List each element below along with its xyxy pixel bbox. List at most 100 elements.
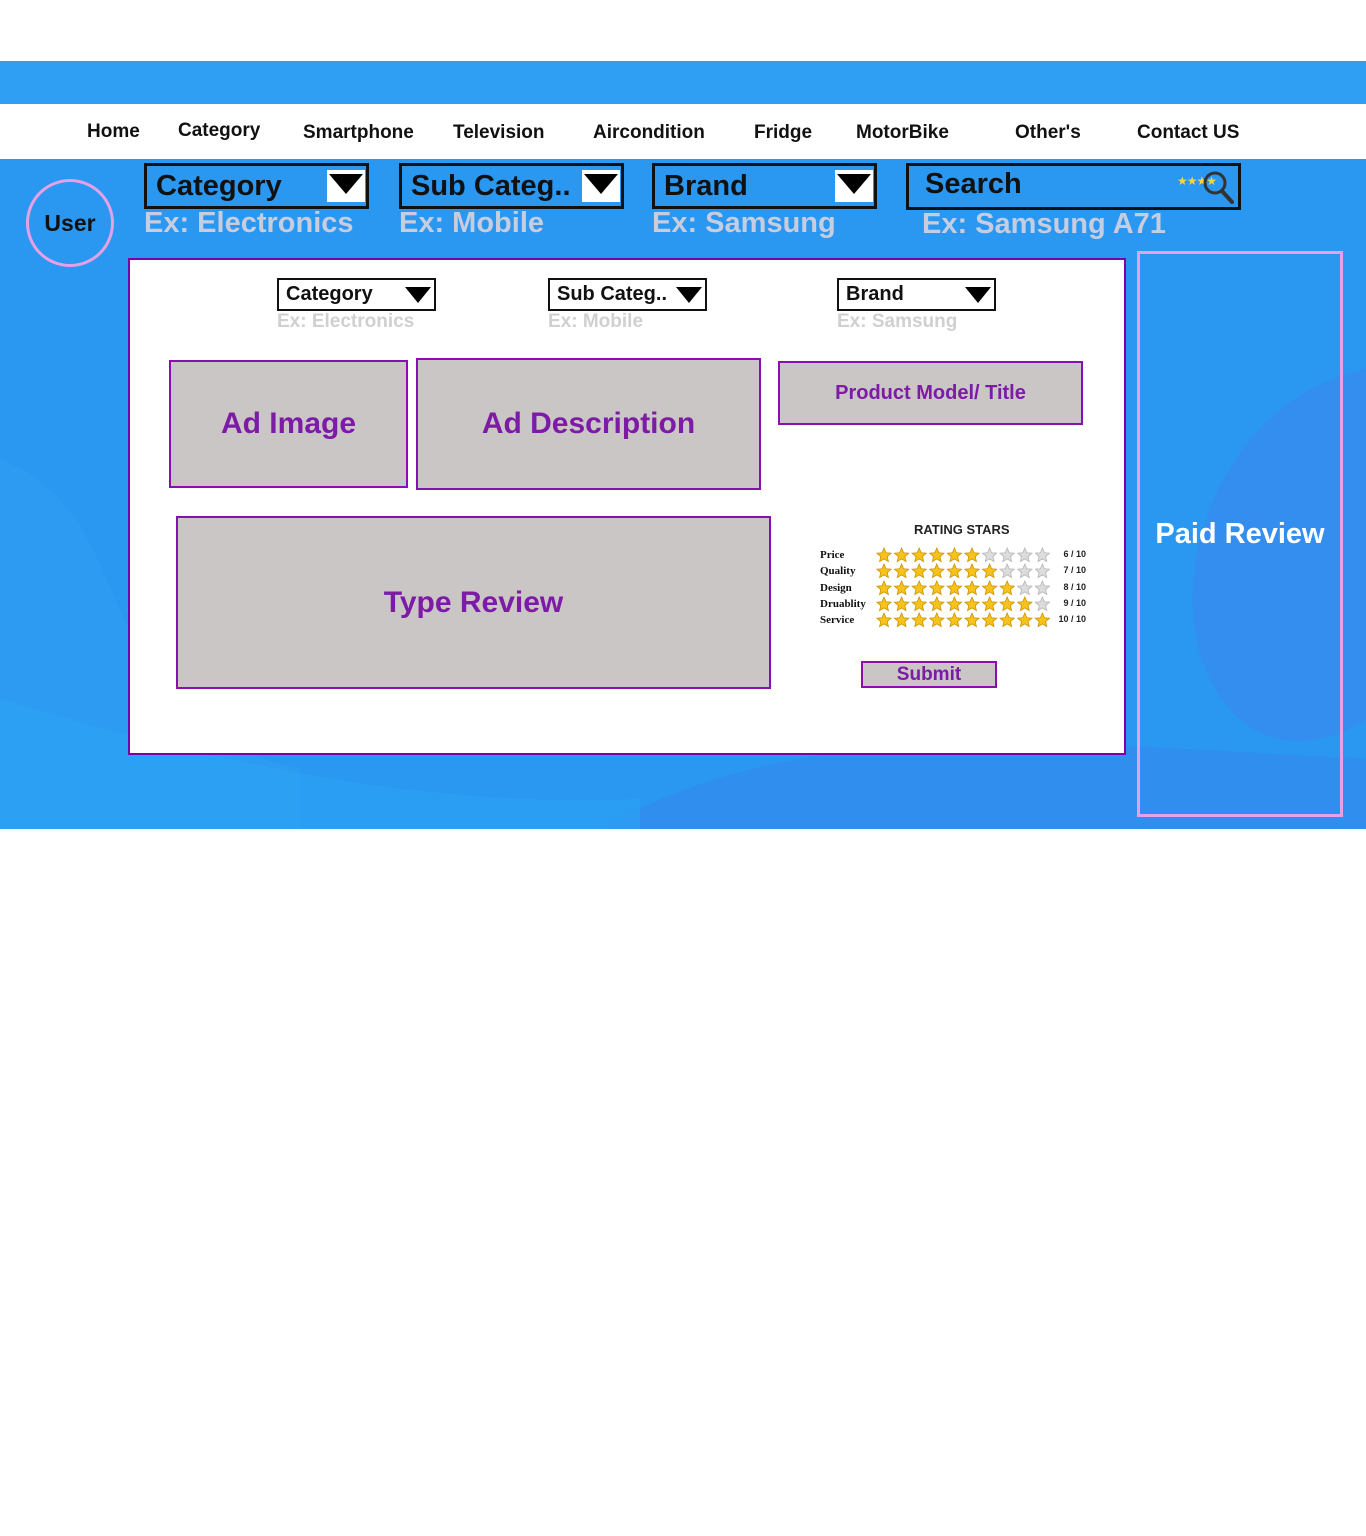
search-hint: Ex: Samsung A71 [922, 208, 1166, 240]
star-rating-input[interactable] [876, 612, 1052, 628]
submit-button[interactable]: Submit [861, 661, 997, 688]
star-empty-icon[interactable] [1034, 580, 1051, 596]
nav-fridge[interactable]: Fridge [754, 122, 812, 144]
star-filled-icon[interactable] [893, 547, 910, 563]
star-filled-icon[interactable] [963, 596, 981, 612]
star-filled-icon[interactable] [1016, 596, 1033, 612]
paid-review-panel[interactable]: Paid Review [1137, 251, 1343, 817]
star-empty-icon[interactable] [1034, 547, 1051, 563]
rating-row-design: Design 8 / 10 [818, 580, 1090, 596]
nav-aircondition[interactable]: Aircondition [593, 122, 705, 144]
star-empty-icon[interactable] [1034, 563, 1051, 579]
ad-description-field[interactable]: Ad Description [416, 358, 761, 490]
star-filled-icon[interactable] [876, 612, 893, 628]
star-filled-icon[interactable] [928, 612, 945, 628]
subcategory-hint: Ex: Mobile [399, 207, 545, 239]
nav-others[interactable]: Other's [1015, 122, 1081, 144]
rating-score: 7 / 10 [1063, 565, 1086, 575]
user-label: User [44, 209, 96, 236]
review-form-panel: Category Ex: Electronics Sub Categ.. Ex:… [128, 258, 1126, 755]
brand-hint: Ex: Samsung [652, 207, 836, 239]
star-filled-icon[interactable] [911, 612, 928, 628]
brand-dropdown-label: Brand [664, 170, 748, 202]
paid-review-label: Paid Review [1155, 517, 1325, 550]
star-empty-icon[interactable] [1034, 596, 1051, 612]
star-filled-icon[interactable] [946, 612, 963, 628]
star-empty-icon[interactable] [981, 547, 998, 563]
star-rating-input[interactable] [876, 580, 1052, 596]
star-empty-icon[interactable] [1016, 580, 1033, 596]
nav-home[interactable]: Home [87, 121, 140, 143]
star-empty-icon[interactable] [999, 563, 1016, 579]
star-rating-input[interactable] [876, 547, 1052, 563]
star-filled-icon[interactable] [893, 596, 910, 612]
star-filled-icon[interactable] [893, 563, 910, 579]
subcategory-dropdown[interactable]: Sub Categ.. [399, 163, 624, 209]
star-rating-input[interactable] [876, 596, 1052, 612]
star-filled-icon[interactable] [911, 596, 928, 612]
rating-row-label: Druablity [820, 598, 866, 610]
star-filled-icon[interactable] [928, 580, 945, 596]
star-empty-icon[interactable] [1016, 547, 1033, 563]
star-empty-icon[interactable] [1016, 563, 1033, 579]
form-category-label: Category [286, 283, 373, 305]
star-filled-icon[interactable] [981, 596, 998, 612]
star-filled-icon[interactable] [946, 580, 963, 596]
star-filled-icon[interactable] [893, 580, 910, 596]
star-filled-icon[interactable] [963, 612, 981, 628]
chevron-down-icon [676, 287, 702, 303]
star-filled-icon[interactable] [876, 563, 893, 579]
form-brand-dropdown[interactable]: Brand [837, 278, 996, 311]
type-review-textarea[interactable]: Type Review [176, 516, 771, 689]
star-filled-icon[interactable] [876, 580, 893, 596]
nav-contact-us[interactable]: Contact US [1137, 122, 1239, 144]
star-filled-icon[interactable] [963, 563, 981, 579]
star-filled-icon[interactable] [876, 596, 893, 612]
star-filled-icon[interactable] [946, 596, 963, 612]
nav-television[interactable]: Television [453, 122, 545, 144]
star-filled-icon[interactable] [911, 563, 928, 579]
user-avatar[interactable]: User [26, 179, 114, 267]
star-filled-icon[interactable] [876, 547, 893, 563]
ad-image-upload[interactable]: Ad Image [169, 360, 408, 488]
star-filled-icon[interactable] [981, 612, 998, 628]
product-title-field[interactable]: Product Model/ Title [778, 361, 1083, 425]
chevron-down-icon [965, 287, 991, 303]
star-filled-icon[interactable] [981, 580, 998, 596]
rating-score: 6 / 10 [1063, 549, 1086, 559]
product-title-label: Product Model/ Title [835, 381, 1026, 404]
star-filled-icon[interactable] [946, 563, 963, 579]
form-category-dropdown[interactable]: Category [277, 278, 436, 311]
form-subcategory-label: Sub Categ.. [557, 283, 668, 305]
nav-smartphone[interactable]: Smartphone [303, 122, 414, 144]
brand-dropdown[interactable]: Brand [652, 163, 877, 209]
star-filled-icon[interactable] [963, 580, 981, 596]
star-filled-icon[interactable] [946, 547, 963, 563]
star-filled-icon[interactable] [1034, 612, 1051, 628]
star-filled-icon[interactable] [999, 580, 1016, 596]
star-rating-input[interactable] [876, 563, 1052, 579]
search-icon[interactable] [1202, 170, 1234, 204]
form-subcategory-dropdown[interactable]: Sub Categ.. [548, 278, 707, 311]
ad-description-label: Ad Description [481, 407, 696, 440]
star-filled-icon[interactable] [928, 596, 945, 612]
rating-score: 10 / 10 [1058, 614, 1086, 624]
star-filled-icon[interactable] [963, 547, 981, 563]
star-filled-icon[interactable] [981, 563, 998, 579]
rating-score: 8 / 10 [1063, 582, 1086, 592]
star-filled-icon[interactable] [999, 596, 1016, 612]
search-input[interactable]: Search ★★★★ [906, 163, 1241, 210]
nav-motorbike[interactable]: MotorBike [856, 122, 949, 144]
form-category-hint: Ex: Electronics [277, 311, 415, 332]
star-filled-icon[interactable] [911, 547, 928, 563]
rating-row-service: Service 10 / 10 [818, 612, 1090, 628]
star-filled-icon[interactable] [928, 563, 945, 579]
star-filled-icon[interactable] [1016, 612, 1033, 628]
nav-category[interactable]: Category [178, 120, 260, 142]
star-filled-icon[interactable] [893, 612, 910, 628]
star-filled-icon[interactable] [911, 580, 928, 596]
star-empty-icon[interactable] [999, 547, 1016, 563]
star-filled-icon[interactable] [928, 547, 945, 563]
category-dropdown[interactable]: Category [144, 163, 369, 209]
star-filled-icon[interactable] [999, 612, 1016, 628]
